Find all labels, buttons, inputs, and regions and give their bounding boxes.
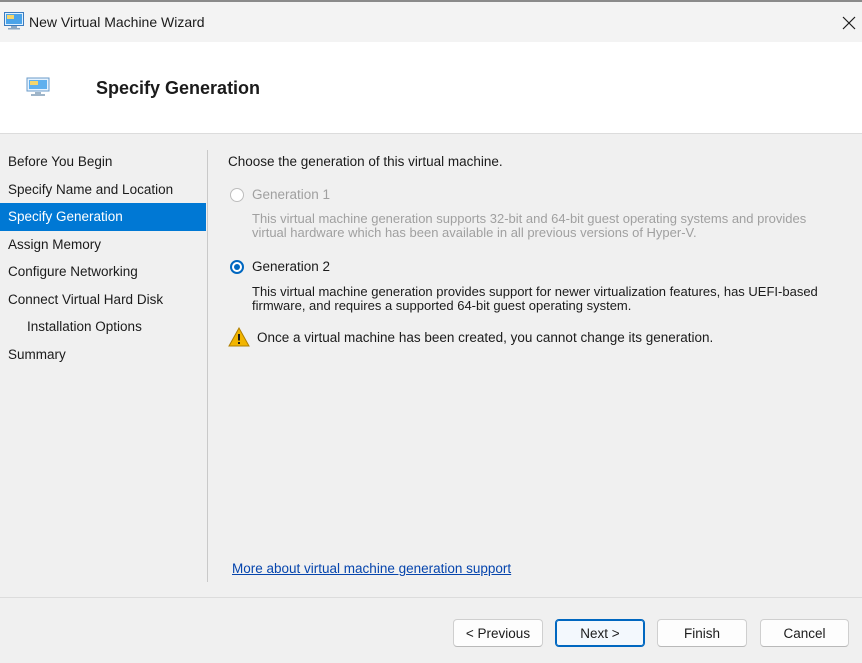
generation-2-description: This virtual machine generation provides… [252, 285, 852, 313]
nav-item-assign-memory[interactable]: Assign Memory [0, 231, 206, 259]
header-divider [0, 133, 862, 134]
finish-button[interactable]: Finish [657, 619, 747, 647]
nav-item-connect-virtual-hard-disk[interactable]: Connect Virtual Hard Disk [0, 286, 206, 314]
cancel-button[interactable]: Cancel [760, 619, 849, 647]
nav-item-before-you-begin[interactable]: Before You Begin [0, 148, 206, 176]
nav-item-specify-generation[interactable]: Specify Generation [0, 203, 206, 231]
generation-prompt: Choose the generation of this virtual ma… [228, 154, 503, 169]
nav-divider [207, 150, 208, 582]
warning-icon [228, 327, 250, 347]
warning-text: Once a virtual machine has been created,… [257, 329, 714, 345]
nav-item-installation-options[interactable]: Installation Options [0, 313, 206, 341]
page-title: Specify Generation [96, 78, 261, 98]
nav-item-label: Specify Name and Location [8, 181, 174, 197]
generation-1-description-line: virtual hardware which has been availabl… [252, 225, 697, 240]
warning-message: Once a virtual machine has been created,… [228, 327, 713, 347]
generation-2-radio-option[interactable]: Generation 2 [230, 259, 330, 274]
generation-1-radio[interactable] [230, 187, 244, 202]
top-border [0, 0, 862, 2]
generation-2-description-line: This virtual machine generation provides… [252, 284, 818, 299]
nav-item-label: Installation Options [27, 319, 142, 334]
virtual-machine-icon [4, 12, 24, 30]
generation-2-label: Generation 2 [252, 259, 331, 274]
window-title: New Virtual Machine Wizard [29, 14, 205, 30]
more-about-generation-link[interactable]: More about virtual machine generation su… [232, 561, 511, 576]
next-button[interactable]: Next > [555, 619, 645, 647]
generation-1-description: This virtual machine generation supports… [252, 212, 852, 240]
close-button[interactable] [836, 12, 862, 34]
virtual-machine-icon [26, 77, 50, 96]
wizard-header: Specify Generation [0, 42, 862, 133]
close-icon [842, 16, 856, 30]
generation-1-radio-option[interactable]: Generation 1 [230, 187, 330, 202]
nav-item-label: Assign Memory [8, 236, 102, 252]
generation-1-label: Generation 1 [252, 187, 331, 202]
previous-button[interactable]: < Previous [453, 619, 543, 647]
nav-item-specify-name-and-location[interactable]: Specify Name and Location [0, 176, 206, 204]
nav-item-label: Connect Virtual Hard Disk [8, 291, 164, 307]
nav-item-configure-networking[interactable]: Configure Networking [0, 258, 206, 286]
nav-item-summary[interactable]: Summary [0, 341, 206, 369]
radio-selected-dot [234, 263, 240, 270]
wizard-steps-nav: Before You Begin Specify Name and Locati… [0, 148, 206, 368]
nav-item-label: Configure Networking [8, 264, 138, 279]
footer-divider [0, 597, 862, 598]
nav-item-label: Specify Generation [8, 209, 123, 224]
generation-1-description-line: This virtual machine generation supports… [252, 211, 807, 226]
generation-2-description-line: firmware, and requires a supported 64-bi… [252, 298, 632, 313]
nav-item-label: Summary [8, 346, 66, 362]
title-bar: New Virtual Machine Wizard [0, 0, 862, 42]
nav-item-label: Before You Begin [8, 154, 113, 169]
generation-2-radio[interactable] [230, 259, 244, 274]
